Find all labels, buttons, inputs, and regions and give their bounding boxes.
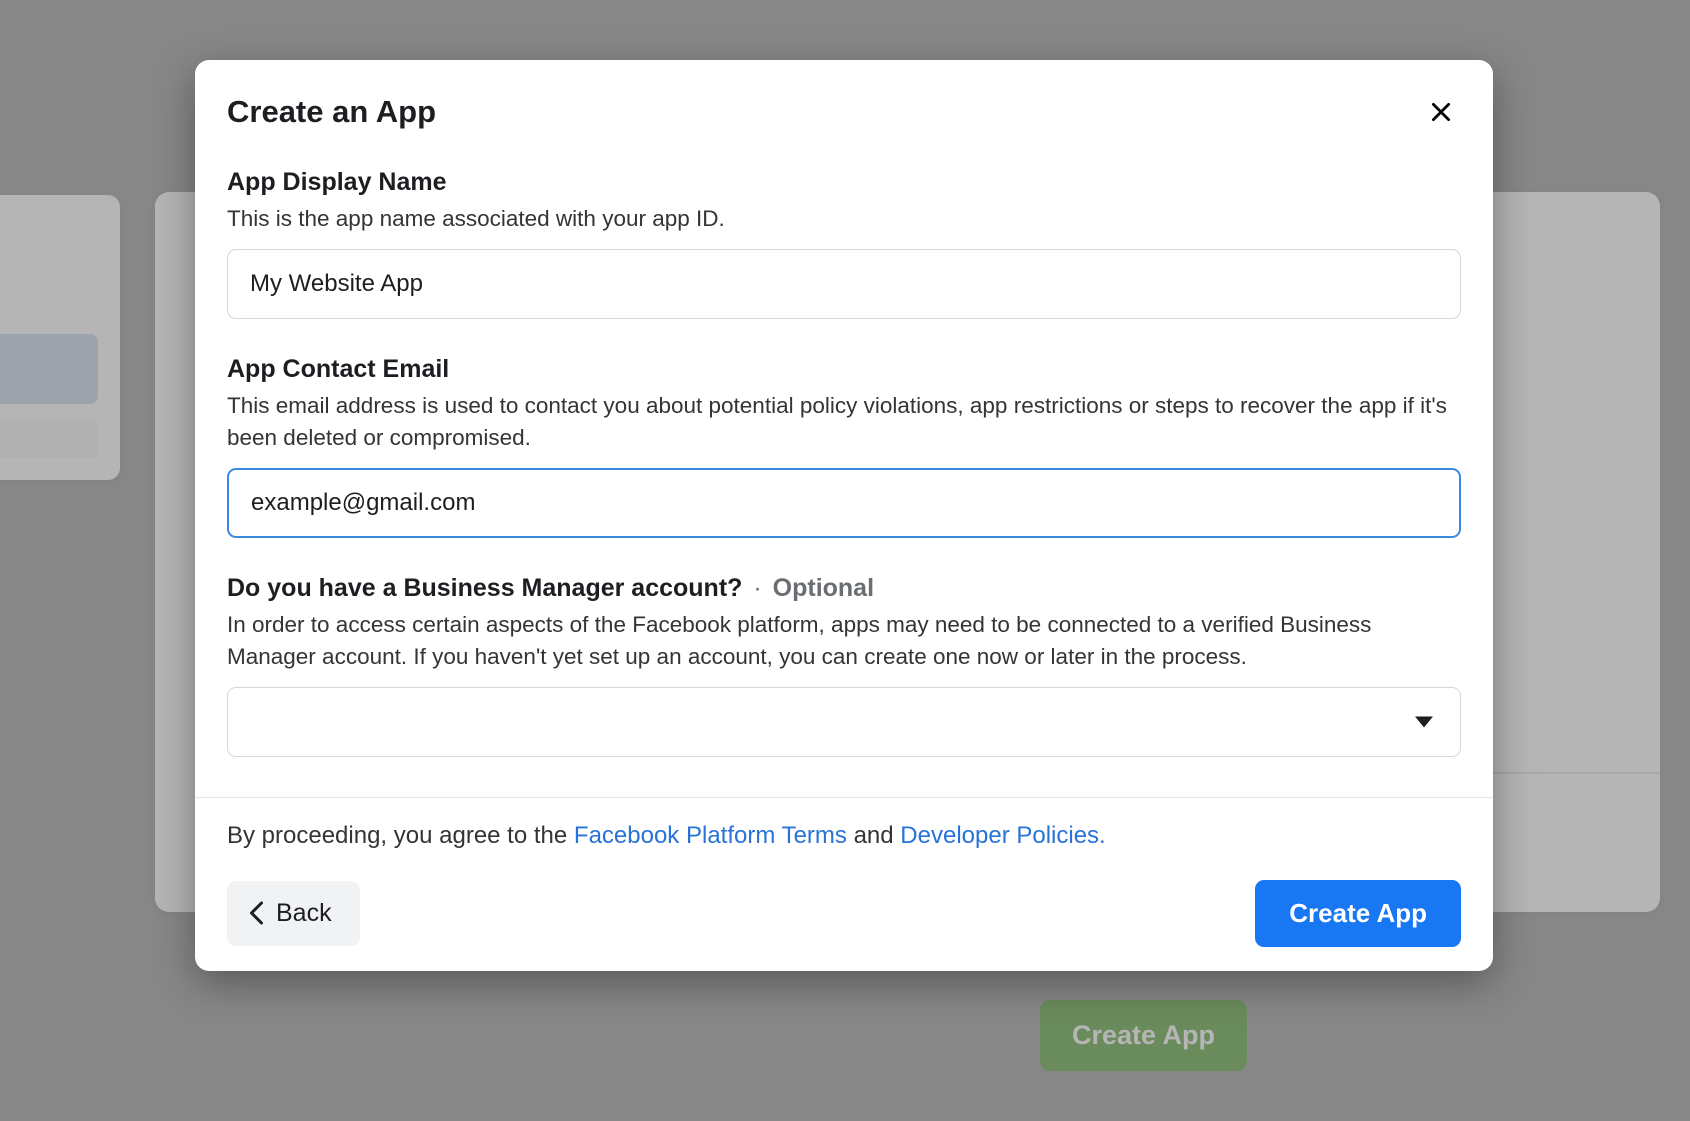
create-app-modal: Create an App App Display Name This is t… <box>195 60 1493 971</box>
agreement-and: and <box>847 822 900 849</box>
modal-title: Create an App <box>227 94 436 130</box>
modal-body: Create an App App Display Name This is t… <box>195 60 1493 797</box>
create-app-button[interactable]: Create App <box>1255 880 1461 947</box>
chevron-left-icon <box>249 900 264 926</box>
desc-app-display-name: This is the app name associated with you… <box>227 203 1461 235</box>
agreement-text: By proceeding, you agree to the Facebook… <box>227 822 1461 850</box>
close-icon <box>1428 99 1454 125</box>
label-business-manager-text: Do you have a Business Manager account? <box>227 574 742 602</box>
footer-buttons: Back Create App <box>227 880 1461 947</box>
back-button-label: Back <box>276 899 332 928</box>
label-business-manager: Do you have a Business Manager account? … <box>227 574 1461 603</box>
label-app-contact-email: App Contact Email <box>227 355 1461 384</box>
field-app-contact-email: App Contact Email This email address is … <box>227 355 1461 538</box>
desc-business-manager: In order to access certain aspects of th… <box>227 609 1461 673</box>
developer-policies-link[interactable]: Developer Policies. <box>900 822 1105 849</box>
optional-separator: · <box>753 574 761 602</box>
business-manager-select[interactable] <box>227 687 1461 757</box>
close-button[interactable] <box>1421 92 1461 132</box>
desc-app-contact-email: This email address is used to contact yo… <box>227 390 1461 454</box>
field-business-manager: Do you have a Business Manager account? … <box>227 574 1461 757</box>
app-contact-email-input[interactable] <box>227 468 1461 538</box>
optional-badge: Optional <box>773 574 874 602</box>
label-app-display-name: App Display Name <box>227 168 1461 197</box>
modal-header: Create an App <box>227 92 1461 132</box>
back-button[interactable]: Back <box>227 881 360 946</box>
agreement-prefix: By proceeding, you agree to the <box>227 822 574 849</box>
business-manager-select-wrap <box>227 687 1461 757</box>
modal-footer: By proceeding, you agree to the Facebook… <box>195 797 1493 971</box>
platform-terms-link[interactable]: Facebook Platform Terms <box>574 822 847 849</box>
app-display-name-input[interactable] <box>227 249 1461 319</box>
field-app-display-name: App Display Name This is the app name as… <box>227 168 1461 319</box>
